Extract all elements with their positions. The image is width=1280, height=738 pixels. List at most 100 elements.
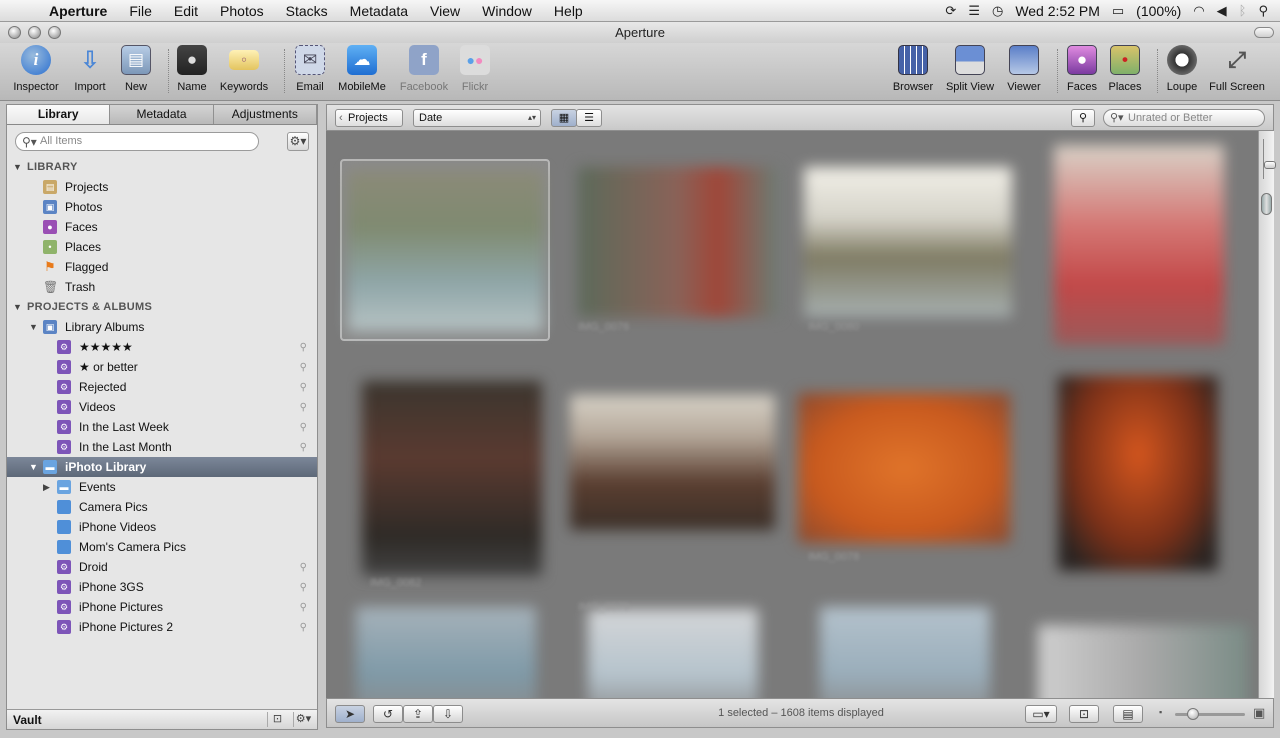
new-button[interactable]: ▤ New — [106, 45, 166, 93]
sidebar-item-smart-album[interactable]: ⚙ Videos ⚲ — [7, 397, 317, 417]
volume-icon[interactable]: ◀ — [1217, 3, 1227, 19]
photo-thumbnail[interactable] — [356, 607, 536, 698]
menu-view[interactable]: View — [419, 0, 471, 22]
sidebar-item-smart-album[interactable]: ⚙ In the Last Week ⚲ — [7, 417, 317, 437]
browser-vertical-scrollbar[interactable] — [1258, 131, 1276, 698]
sidebar-item-smart-album[interactable]: ⚙ iPhone Pictures ⚲ — [7, 597, 317, 617]
menu-clock[interactable]: Wed 2:52 PM — [1015, 3, 1100, 19]
photo-thumbnail[interactable] — [1038, 625, 1248, 698]
photo-thumbnail[interactable] — [362, 381, 542, 576]
smart-settings-magnifier-icon[interactable]: ⚲ — [300, 442, 307, 453]
disclosure-triangle-icon[interactable]: ▶ — [43, 482, 50, 493]
sidebar-item-faces[interactable]: ● Faces — [7, 217, 317, 237]
photo-thumbnail[interactable] — [820, 607, 990, 698]
photo-thumbnail[interactable] — [798, 393, 1010, 543]
sidebar-item-smart-album[interactable]: ⚙ Droid ⚲ — [7, 557, 317, 577]
sidebar-item-smart-album[interactable]: ⚙ Rejected ⚲ — [7, 377, 317, 397]
menu-help[interactable]: Help — [543, 0, 594, 22]
browser-button[interactable]: Browser — [883, 45, 943, 93]
disclosure-triangle-icon[interactable]: ▼ — [13, 302, 22, 312]
thumbnail-size-slider[interactable] — [1263, 139, 1276, 179]
time-machine-icon[interactable]: ◷ — [992, 3, 1003, 19]
library-action-gear-button[interactable]: ⚙▾ — [287, 132, 309, 151]
battery-icon[interactable]: ▭ — [1112, 3, 1124, 19]
sidebar-item-smart-album[interactable]: ⚙ iPhone Pictures 2 ⚲ — [7, 617, 317, 637]
sidebar-item-smart-album[interactable]: ⚙ iPhone 3GS ⚲ — [7, 577, 317, 597]
flickr-button[interactable]: ● ● Flickr — [445, 45, 505, 93]
sidebar-item-smart-album[interactable]: ⚙ ★ or better ⚲ — [7, 357, 317, 377]
spotlight-icon[interactable]: ⚲ — [1258, 3, 1268, 19]
stack-icon[interactable]: ☰ — [968, 3, 980, 19]
sidebar-item-iphoto-library[interactable]: ▼ ▬ iPhoto Library — [7, 457, 317, 477]
smart-settings-magnifier-icon[interactable]: ⚲ — [300, 362, 307, 373]
metadata-overlay-button[interactable]: ⊡ — [1069, 705, 1099, 723]
zoom-slider-knob[interactable] — [1187, 708, 1199, 720]
disclosure-triangle-icon[interactable]: ▼ — [29, 322, 38, 332]
filter-search-input[interactable]: ⚲▾ Unrated or Better — [1103, 109, 1265, 127]
menu-aperture[interactable]: Aperture — [38, 0, 118, 22]
keywords-button[interactable]: ◦ Keywords — [214, 45, 274, 93]
full-screen-button[interactable]: ⤢ Full Screen — [1207, 45, 1267, 93]
wifi-icon[interactable]: ◠ — [1193, 3, 1204, 19]
menu-metadata[interactable]: Metadata — [339, 0, 419, 22]
photo-thumbnail[interactable] — [578, 167, 778, 317]
sidebar-item-library-albums[interactable]: ▼ ▣ Library Albums — [7, 317, 317, 337]
sidebar-item-projects[interactable]: ▤ Projects — [7, 177, 317, 197]
sidebar-item-trash[interactable]: 🗑 Trash — [7, 277, 317, 297]
photo-browser-grid[interactable]: IMG_0076 IMG_0080 IMG_0082 IMG_0078 IMG_… — [326, 131, 1258, 698]
email-button[interactable]: ✉ Email — [280, 45, 340, 93]
menu-edit[interactable]: Edit — [163, 0, 209, 22]
viewer-button[interactable]: Viewer — [994, 45, 1054, 93]
disclosure-triangle-icon[interactable]: ▼ — [29, 462, 38, 472]
sidebar-item-album[interactable]: iPhone Videos — [7, 517, 317, 537]
photo-thumbnail[interactable] — [348, 171, 543, 331]
sidebar-item-album[interactable]: Camera Pics — [7, 497, 317, 517]
zoom-window-button[interactable] — [48, 26, 61, 39]
thumbnail-size-slider-knob[interactable] — [1264, 161, 1276, 169]
places-button[interactable]: • Places — [1095, 45, 1155, 93]
sidebar-item-places[interactable]: • Places — [7, 237, 317, 257]
battery-percent[interactable]: (100%) — [1136, 3, 1181, 19]
projects-back-button[interactable]: ‹ Projects — [335, 109, 403, 127]
photo-thumbnail[interactable] — [570, 395, 775, 530]
split-view-button[interactable]: Split View — [940, 45, 1000, 93]
menu-stacks[interactable]: Stacks — [275, 0, 339, 22]
vault-gear-button[interactable]: ⚙▾ — [293, 712, 313, 727]
name-button[interactable]: ● Name — [162, 45, 222, 93]
sidebar-item-smart-album[interactable]: ⚙ In the Last Month ⚲ — [7, 437, 317, 457]
smart-settings-magnifier-icon[interactable]: ⚲ — [300, 582, 307, 593]
smart-settings-magnifier-icon[interactable]: ⚲ — [300, 562, 307, 573]
smart-settings-magnifier-icon[interactable]: ⚲ — [300, 382, 307, 393]
vault-add-button[interactable]: ⊡ — [267, 712, 287, 727]
projects-albums-section-header[interactable]: ▼ PROJECTS & ALBUMS — [7, 297, 317, 317]
zoom-slider-track[interactable] — [1175, 713, 1245, 716]
library-search-input[interactable]: ⚲▾ All Items — [15, 132, 259, 151]
library-section-header[interactable]: ▼ LIBRARY — [7, 157, 317, 177]
filmstrip-button[interactable]: ▤ — [1113, 705, 1143, 723]
tab-library[interactable]: Library — [7, 105, 111, 124]
sidebar-item-flagged[interactable]: ⚑ Flagged — [7, 257, 317, 277]
mobileme-button[interactable]: ☁ MobileMe — [332, 45, 392, 93]
inspector-button[interactable]: i Inspector — [6, 45, 66, 93]
scrollbar-thumb[interactable] — [1261, 193, 1272, 215]
tab-metadata[interactable]: Metadata — [110, 105, 214, 124]
smart-settings-magnifier-icon[interactable]: ⚲ — [300, 422, 307, 433]
photo-thumbnail[interactable] — [804, 167, 1012, 317]
smart-settings-magnifier-icon[interactable]: ⚲ — [300, 342, 307, 353]
sidebar-item-album[interactable]: Mom's Camera Pics — [7, 537, 317, 557]
list-view-button[interactable]: ☰ — [576, 109, 602, 127]
sync-icon[interactable]: ⟳ — [945, 3, 956, 19]
menu-window[interactable]: Window — [471, 0, 543, 22]
smart-settings-magnifier-icon[interactable]: ⚲ — [300, 602, 307, 613]
smart-settings-magnifier-icon[interactable]: ⚲ — [300, 622, 307, 633]
close-window-button[interactable] — [8, 26, 21, 39]
menu-photos[interactable]: Photos — [209, 0, 275, 22]
sidebar-item-photos[interactable]: ▣ Photos — [7, 197, 317, 217]
photo-thumbnail[interactable] — [1058, 376, 1218, 571]
toolbar-toggle-button[interactable] — [1254, 27, 1274, 38]
grid-view-button[interactable]: ▦ — [551, 109, 577, 127]
menu-file[interactable]: File — [118, 0, 163, 22]
photo-thumbnail[interactable] — [588, 609, 758, 698]
photo-thumbnail[interactable] — [1054, 145, 1224, 345]
minimize-window-button[interactable] — [28, 26, 41, 39]
